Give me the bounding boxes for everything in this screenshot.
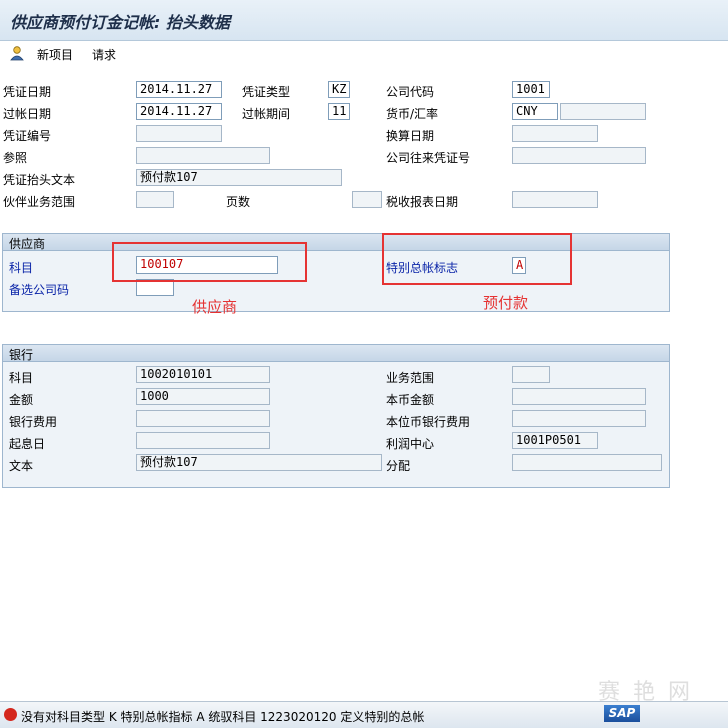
- doc-number-label: 凭证编号: [3, 129, 52, 143]
- profit-center-label: 利润中心: [386, 437, 435, 451]
- trading-partner-label: 伙伴业务范围: [3, 195, 76, 209]
- amount-label: 金额: [9, 393, 34, 407]
- company-code-field[interactable]: 1001: [512, 81, 550, 98]
- pages-field[interactable]: [352, 191, 382, 208]
- new-item-icon[interactable]: [9, 45, 25, 61]
- cross-cc-number-label: 公司往来凭证号: [386, 151, 471, 165]
- value-date-field[interactable]: [136, 432, 270, 449]
- reference-label: 参照: [3, 151, 28, 165]
- business-area-field[interactable]: [512, 366, 550, 383]
- bank-text-label: 文本: [9, 459, 34, 473]
- vendor-annotation: 供应商: [192, 298, 238, 316]
- bank-group-header: 银行: [3, 345, 669, 362]
- doc-date-label: 凭证日期: [3, 85, 52, 99]
- header-text-field[interactable]: 预付款107: [136, 169, 342, 186]
- bank-charges-label: 银行费用: [9, 415, 58, 429]
- cross-cc-number-field[interactable]: [512, 147, 646, 164]
- period-label: 过帐期间: [242, 107, 291, 121]
- amount-field[interactable]: 1000: [136, 388, 270, 405]
- bank-charges-field[interactable]: [136, 410, 270, 427]
- amount-local-label: 本币金额: [386, 393, 435, 407]
- tax-report-date-field[interactable]: [512, 191, 598, 208]
- header-text-label: 凭证抬头文本: [3, 173, 76, 187]
- doc-number-field[interactable]: [136, 125, 222, 142]
- error-icon: [4, 708, 17, 721]
- bank-charges-local-label: 本位币银行费用: [386, 415, 471, 429]
- doc-date-field[interactable]: 2014.11.27: [136, 81, 222, 98]
- vendor-account-highlight: [112, 242, 307, 282]
- currency-field[interactable]: CNY: [512, 103, 558, 120]
- exchange-rate-field[interactable]: [560, 103, 646, 120]
- new-item-button[interactable]: 新项目: [37, 46, 73, 63]
- assignment-field[interactable]: [512, 454, 662, 471]
- tax-report-date-label: 税收报表日期: [386, 195, 459, 209]
- bank-text-field[interactable]: 预付款107: [136, 454, 382, 471]
- doc-type-label: 凭证类型: [242, 85, 291, 99]
- profit-center-field[interactable]: 1001P0501: [512, 432, 598, 449]
- currency-label: 货币/汇率: [386, 107, 439, 121]
- translation-date-label: 换算日期: [386, 129, 435, 143]
- value-date-label: 起息日: [9, 437, 46, 451]
- bank-account-field[interactable]: 1002010101: [136, 366, 270, 383]
- alt-company-code-label: 备选公司码: [9, 283, 70, 297]
- vendor-group-title: 供应商: [9, 237, 46, 251]
- company-code-label: 公司代码: [386, 85, 435, 99]
- translation-date-field[interactable]: [512, 125, 598, 142]
- request-button[interactable]: 请求: [92, 46, 116, 63]
- vendor-account-label: 科目: [9, 261, 34, 275]
- application-toolbar: 新项目 请求: [0, 41, 728, 67]
- reference-field[interactable]: [136, 147, 270, 164]
- bank-account-label: 科目: [9, 371, 34, 385]
- status-message[interactable]: 没有对科目类型 K 特别总帐指标 A 统驭科目 1223020120 定义特别的…: [21, 708, 424, 725]
- assignment-label: 分配: [386, 459, 411, 473]
- posting-date-field[interactable]: 2014.11.27: [136, 103, 222, 120]
- special-gl-highlight: [382, 233, 572, 285]
- bank-group-title: 银行: [9, 348, 34, 362]
- amount-local-field[interactable]: [512, 388, 646, 405]
- bank-charges-local-field[interactable]: [512, 410, 646, 427]
- pages-label: 页数: [226, 195, 251, 209]
- title-bar: 供应商预付订金记帐: 抬头数据: [0, 0, 728, 41]
- business-area-label: 业务范围: [386, 371, 435, 385]
- prepayment-annotation: 预付款: [483, 294, 529, 312]
- trading-partner-field[interactable]: [136, 191, 174, 208]
- posting-date-label: 过帐日期: [3, 107, 52, 121]
- window-title: 供应商预付订金记帐: 抬头数据: [10, 13, 230, 32]
- sap-logo: SAP: [604, 705, 640, 722]
- period-field[interactable]: 11: [328, 103, 350, 120]
- doc-type-field[interactable]: KZ: [328, 81, 350, 98]
